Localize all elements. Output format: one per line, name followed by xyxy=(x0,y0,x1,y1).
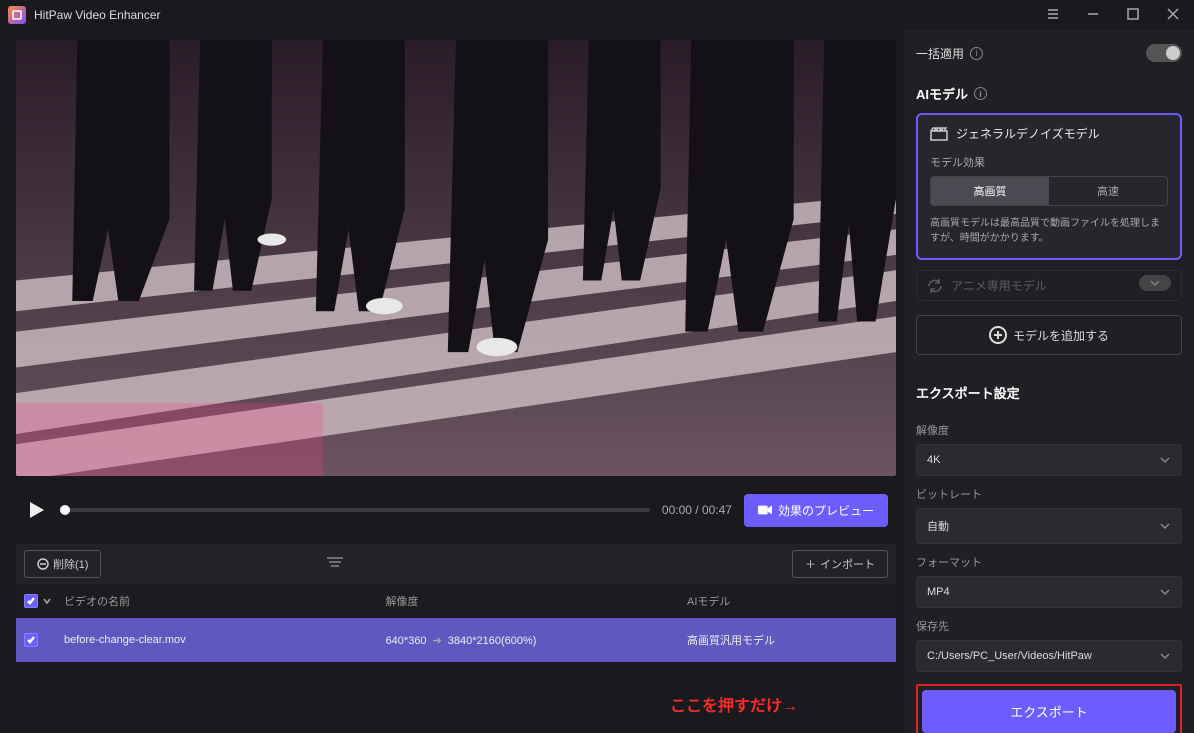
model-effect-label: モデル効果 xyxy=(930,154,1168,170)
ai-model-title: AIモデルi xyxy=(916,84,1182,103)
app-title: HitPaw Video Enhancer xyxy=(34,8,161,22)
list-toolbar: 削除(1) ＋ インポート xyxy=(16,544,896,584)
delete-label: 削除(1) xyxy=(53,556,88,572)
format-label: フォーマット xyxy=(916,554,1182,570)
header-resolution: 解像度 xyxy=(386,593,687,609)
model-name: ジェネラルデノイズモデル xyxy=(956,125,1100,142)
fast-option[interactable]: 高速 xyxy=(1049,177,1167,205)
left-pane: 00:00 / 00:47 効果のプレビュー 削除(1) ＋ インポート xyxy=(0,30,904,733)
header-model: AIモデル xyxy=(687,593,888,609)
minimize-icon[interactable] xyxy=(1080,5,1106,26)
right-panel: 一括適用i AIモデルi ジェネラルデノイズモデル モデル効果 高画質 高速 高… xyxy=(904,30,1194,733)
import-button[interactable]: ＋ インポート xyxy=(792,550,888,578)
add-model-label: モデルを追加する xyxy=(1013,327,1109,344)
arrow-icon: ➔ xyxy=(433,635,442,647)
table-row[interactable]: before-change-clear.mov 640*360➔3840*216… xyxy=(16,618,896,662)
menu-icon[interactable] xyxy=(1040,5,1066,26)
header-name: ビデオの名前 xyxy=(64,593,386,609)
app-icon xyxy=(8,6,26,24)
export-settings-title: エクスポート設定 xyxy=(916,383,1182,402)
chevron-down-icon xyxy=(1159,588,1171,596)
quality-segment: 高画質 高速 xyxy=(930,176,1168,206)
clapper-icon xyxy=(930,127,948,141)
close-icon[interactable] xyxy=(1160,5,1186,26)
model-card-denoise[interactable]: ジェネラルデノイズモデル モデル効果 高画質 高速 高画質モデルは最高品質で動画… xyxy=(916,113,1182,260)
progress-bar[interactable] xyxy=(60,508,650,512)
delete-button[interactable]: 削除(1) xyxy=(24,550,101,578)
add-model-button[interactable]: モデルを追加する xyxy=(916,315,1182,355)
info-icon[interactable]: i xyxy=(970,47,983,60)
play-button[interactable] xyxy=(24,498,48,522)
list-menu-icon[interactable] xyxy=(326,555,344,573)
saveto-label: 保存先 xyxy=(916,618,1182,634)
video-preview[interactable] xyxy=(16,40,896,476)
chevron-down-icon xyxy=(1159,522,1171,530)
table-header: ビデオの名前 解像度 AIモデル xyxy=(16,584,896,618)
import-label: インポート xyxy=(820,556,875,572)
annotation-text: ここを押すだけ→ xyxy=(670,692,798,716)
titlebar: HitPaw Video Enhancer xyxy=(0,0,1194,30)
export-button[interactable]: エクスポート xyxy=(922,690,1176,733)
effect-preview-label: 効果のプレビュー xyxy=(778,502,874,519)
chevron-down-icon[interactable] xyxy=(42,596,52,606)
chevron-down-icon xyxy=(1159,456,1171,464)
refresh-icon xyxy=(927,278,943,294)
chevron-down-icon xyxy=(1159,652,1171,660)
effect-preview-button[interactable]: 効果のプレビュー xyxy=(744,494,888,527)
row-filename: before-change-clear.mov xyxy=(64,634,386,646)
plus-circle-icon xyxy=(989,326,1007,344)
expand-badge[interactable] xyxy=(1139,275,1171,291)
model-card-anime[interactable]: アニメ専用モデル xyxy=(916,270,1182,301)
time-display: 00:00 / 00:47 xyxy=(662,503,732,517)
export-highlight: エクスポート xyxy=(916,684,1182,733)
info-icon[interactable]: i xyxy=(974,87,987,100)
row-resolution: 640*360➔3840*2160(600%) xyxy=(386,634,687,647)
maximize-icon[interactable] xyxy=(1120,5,1146,26)
resolution-select[interactable]: 4K xyxy=(916,444,1182,476)
player-controls: 00:00 / 00:47 効果のプレビュー xyxy=(16,488,896,532)
row-checkbox[interactable] xyxy=(24,633,38,647)
high-quality-option[interactable]: 高画質 xyxy=(931,177,1049,205)
row-model: 高画質汎用モデル xyxy=(687,632,888,648)
resolution-label: 解像度 xyxy=(916,422,1182,438)
model-description: 高画質モデルは最高品質で動画ファイルを処理しますが、時間がかかります。 xyxy=(930,216,1168,246)
bitrate-select[interactable]: 自動 xyxy=(916,508,1182,544)
batch-apply-label: 一括適用i xyxy=(916,45,983,62)
window-controls xyxy=(1040,5,1186,26)
model2-name: アニメ専用モデル xyxy=(951,277,1047,294)
batch-toggle[interactable] xyxy=(1146,44,1182,62)
select-all-checkbox[interactable] xyxy=(24,594,38,608)
plus-icon: ＋ xyxy=(805,556,816,572)
saveto-select[interactable]: C:/Users/PC_User/Videos/HitPaw xyxy=(916,640,1182,672)
format-select[interactable]: MP4 xyxy=(916,576,1182,608)
bitrate-label: ビットレート xyxy=(916,486,1182,502)
